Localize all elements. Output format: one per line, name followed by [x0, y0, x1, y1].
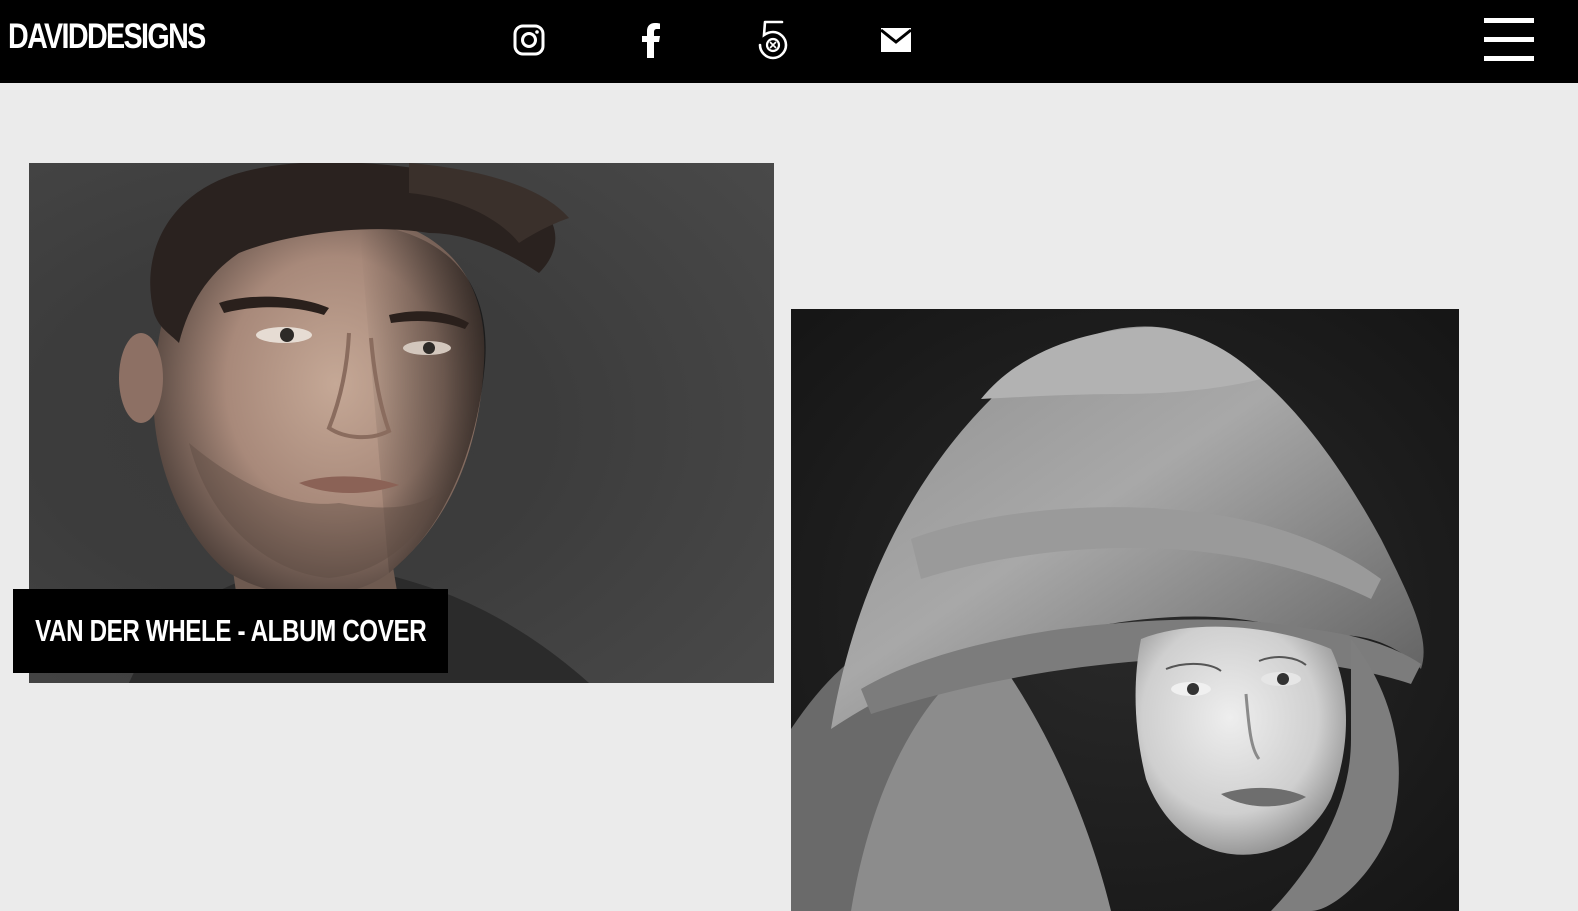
instagram-icon[interactable]	[508, 19, 550, 61]
site-header: DAVIDDESIGNS	[0, 0, 1578, 83]
portfolio-item-hooded-portrait[interactable]	[791, 309, 1459, 911]
portrait-woman-image	[791, 309, 1459, 911]
site-logo[interactable]: DAVIDDESIGNS	[8, 14, 206, 60]
facebook-icon[interactable]	[630, 19, 672, 61]
500px-icon[interactable]	[752, 19, 794, 61]
portfolio-caption[interactable]: VAN DER WHELE - ALBUM COVER	[13, 589, 448, 673]
mail-icon[interactable]	[875, 19, 917, 61]
hamburger-menu-icon[interactable]	[1484, 18, 1534, 62]
caption-text: VAN DER WHELE - ALBUM COVER	[34, 613, 427, 648]
